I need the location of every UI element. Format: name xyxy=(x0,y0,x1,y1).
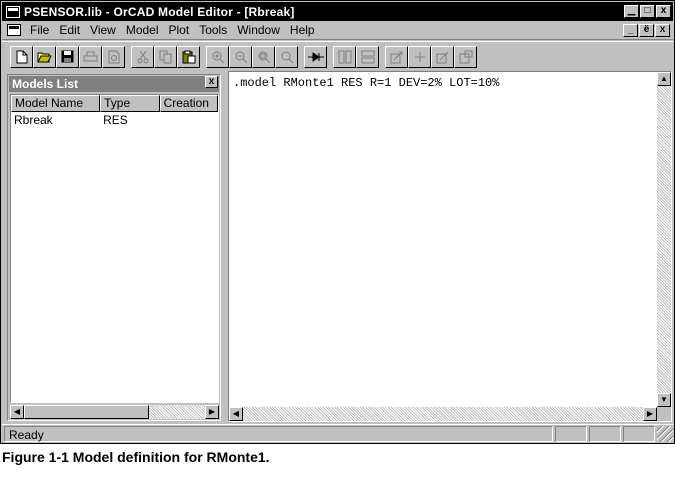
models-list-title: Models List xyxy=(9,76,219,92)
scroll-thumb[interactable] xyxy=(24,405,149,419)
column-header-model-name[interactable]: Model Name xyxy=(11,95,101,112)
menu-view[interactable]: View xyxy=(85,23,121,37)
paste-icon[interactable] xyxy=(177,45,200,68)
editor-hscroll-track[interactable] xyxy=(243,407,643,421)
editor-scroll-left-icon[interactable]: ◀ xyxy=(229,407,243,421)
editor-scroll-right-icon[interactable]: ▶ xyxy=(643,407,657,421)
status-text: Ready xyxy=(4,426,553,442)
scroll-track[interactable] xyxy=(24,405,205,419)
title-bar: PSENSOR.lib - OrCAD Model Editor - [Rbre… xyxy=(2,2,673,21)
zoom-area-icon[interactable] xyxy=(252,45,275,68)
print-preview-icon[interactable] xyxy=(102,45,125,68)
toolbar-group-part xyxy=(304,45,327,68)
status-panel-2 xyxy=(589,426,621,442)
editor-hscrollbar[interactable]: ◀ ▶ xyxy=(229,407,657,421)
document-icon[interactable] xyxy=(7,24,21,36)
zoom-in-icon[interactable] xyxy=(206,45,229,68)
add-curve-icon[interactable] xyxy=(408,45,431,68)
menu-plot[interactable]: Plot xyxy=(164,23,195,37)
scroll-corner xyxy=(657,407,671,421)
model-creation-cell xyxy=(160,112,218,128)
model-type-cell: RES xyxy=(103,113,128,127)
menu-help[interactable]: Help xyxy=(285,23,320,37)
scroll-down-icon[interactable]: ▼ xyxy=(657,393,671,407)
status-panel-3 xyxy=(623,426,655,442)
zoom-out-icon[interactable] xyxy=(229,45,252,68)
scroll-right-icon[interactable]: ▶ xyxy=(205,405,219,419)
models-list-header: Model Name Type Creation xyxy=(11,95,218,112)
tile-horizontal-icon[interactable] xyxy=(356,45,379,68)
mdi-caption-buttons: _ ё x xyxy=(623,23,670,37)
model-definition-text[interactable]: .model RMonte1 RES R=1 DEV=2% LOT=10% xyxy=(233,76,499,90)
status-panel-1 xyxy=(555,426,587,442)
maximize-button[interactable]: □ xyxy=(640,5,655,18)
menu-window[interactable]: Window xyxy=(232,23,285,37)
menu-file[interactable]: File xyxy=(25,23,54,37)
close-button[interactable]: x xyxy=(656,5,671,18)
toolbar-group-edit xyxy=(131,45,200,68)
toolbar-group-tile xyxy=(333,45,379,68)
menu-bar: File Edit View Model Plot Tools Window H… xyxy=(2,21,673,40)
open-folder-icon[interactable] xyxy=(33,45,56,68)
status-bar: Ready xyxy=(2,424,673,443)
print-icon[interactable] xyxy=(79,45,102,68)
mdi-close-button[interactable]: x xyxy=(655,23,670,37)
new-model-icon[interactable] xyxy=(454,45,477,68)
models-list-hscrollbar[interactable]: ◀ ▶ xyxy=(10,405,219,419)
toolbar-group-file xyxy=(10,45,125,68)
toolbar-group-zoom xyxy=(206,45,298,68)
model-name-cell: Rbreak xyxy=(14,113,53,127)
menu-tools[interactable]: Tools xyxy=(194,23,232,37)
editor-vscrollbar[interactable]: ▲ ▼ xyxy=(657,72,671,407)
scroll-left-icon[interactable]: ◀ xyxy=(10,405,24,419)
add-data-icon[interactable] xyxy=(431,45,454,68)
model-part-icon[interactable] xyxy=(304,45,327,68)
resize-grip-icon[interactable] xyxy=(657,426,673,442)
column-header-type[interactable]: Type xyxy=(100,95,160,112)
models-list-pane: Models List x Model Name Type Creation R… xyxy=(7,74,221,421)
extract-model-icon[interactable] xyxy=(385,45,408,68)
menu-model[interactable]: Model xyxy=(121,23,164,37)
application-window: PSENSOR.lib - OrCAD Model Editor - [Rbre… xyxy=(0,0,675,444)
figure-caption: Figure 1-1 Model definition for RMonte1. xyxy=(2,449,270,465)
cut-icon[interactable] xyxy=(131,45,154,68)
models-list: Model Name Type Creation Rbreak RES xyxy=(10,94,219,403)
mdi-minimize-button[interactable]: _ xyxy=(623,23,638,37)
minimize-button[interactable]: ▁ xyxy=(624,5,639,18)
app-icon[interactable] xyxy=(6,5,20,18)
vscroll-track[interactable] xyxy=(657,86,671,393)
scroll-up-icon[interactable]: ▲ xyxy=(657,72,671,86)
copy-icon[interactable] xyxy=(154,45,177,68)
toolbar xyxy=(2,41,673,71)
list-item[interactable]: Rbreak RES xyxy=(11,112,218,128)
column-header-creation[interactable]: Creation xyxy=(159,95,218,112)
window-title: PSENSOR.lib - OrCAD Model Editor - [Rbre… xyxy=(24,4,295,19)
zoom-fit-icon[interactable] xyxy=(275,45,298,68)
caption-buttons: ▁ □ x xyxy=(624,5,671,18)
save-icon[interactable] xyxy=(56,45,79,68)
tile-vertical-icon[interactable] xyxy=(333,45,356,68)
model-text-editor[interactable]: .model RMonte1 RES R=1 DEV=2% LOT=10% ▲ … xyxy=(228,71,672,422)
models-list-close-button[interactable]: x xyxy=(205,76,218,88)
mdi-restore-button[interactable]: ё xyxy=(639,23,654,37)
toolbar-group-model xyxy=(385,45,477,68)
menu-edit[interactable]: Edit xyxy=(54,23,85,37)
new-file-icon[interactable] xyxy=(10,45,33,68)
